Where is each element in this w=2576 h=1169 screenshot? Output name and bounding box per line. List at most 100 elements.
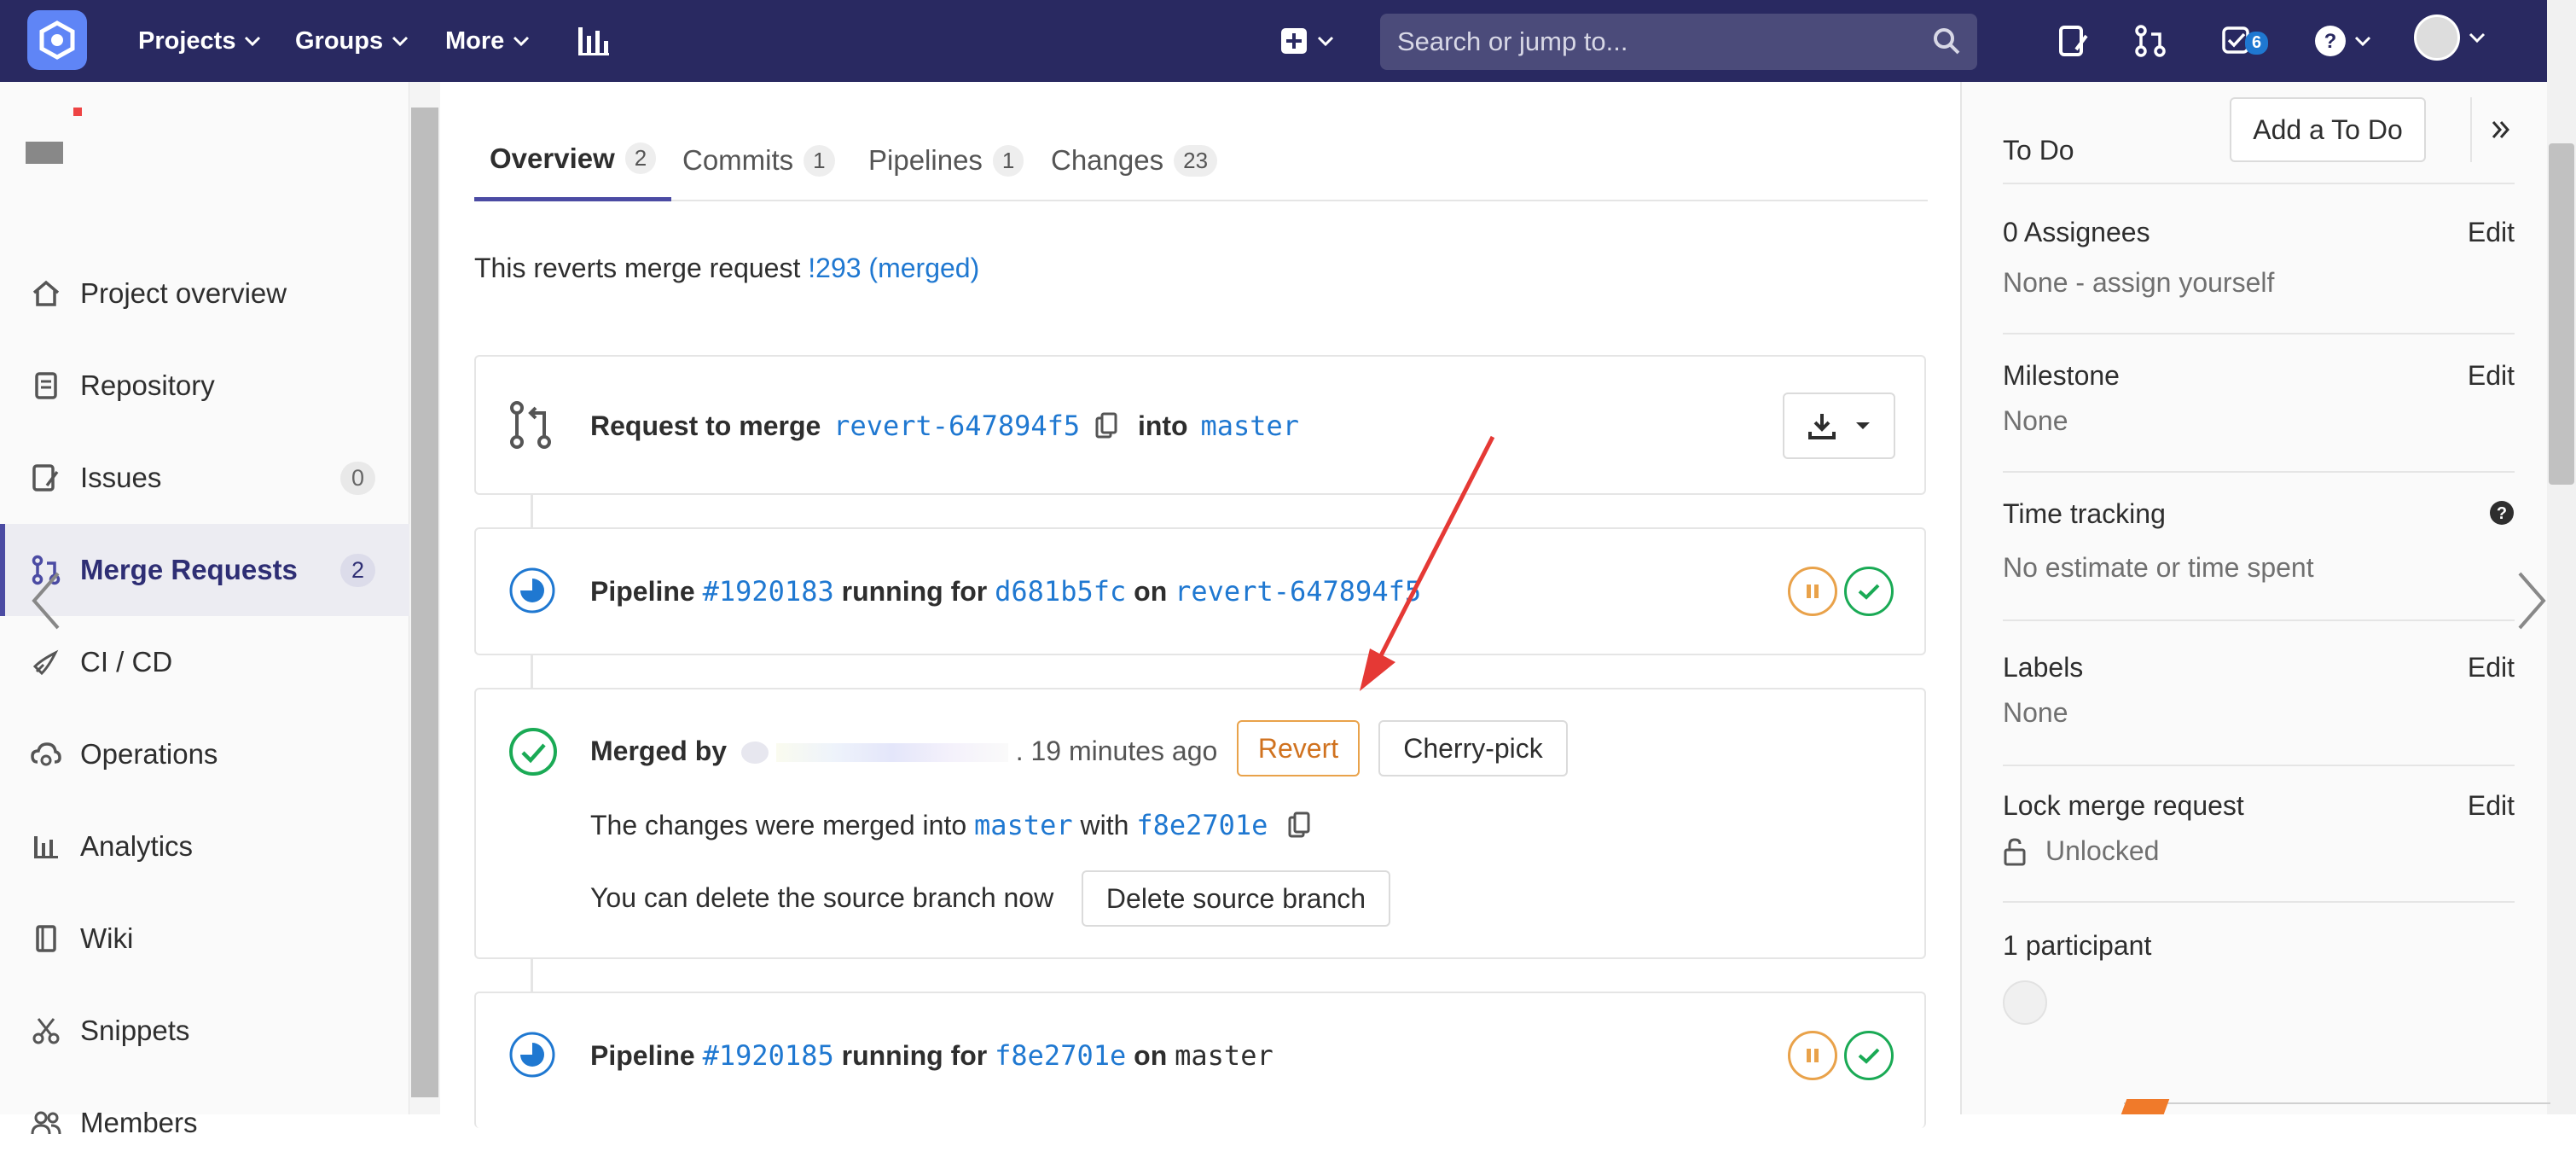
sidebar-item-members[interactable]: Members (0, 1077, 409, 1169)
chevron-down-icon (2469, 32, 2486, 44)
todos-nav-icon[interactable]: 6 (2221, 19, 2269, 63)
project-avatar[interactable] (22, 99, 193, 167)
chevron-down-icon (2354, 36, 2371, 47)
revert-label: Revert (1257, 732, 1339, 764)
pipeline-id-link[interactable]: #1920185 (703, 1039, 834, 1072)
sidebar-item-label: Merge Requests (80, 554, 298, 585)
todo-label: To Do (2003, 135, 2074, 166)
milestone-block: Milestone None Edit (2003, 360, 2515, 437)
issues-icon (31, 462, 61, 493)
pipeline-status-line: Pipeline #1920183 running for d681b5fc o… (590, 575, 1421, 608)
target-branch-link[interactable]: master (1200, 410, 1299, 442)
delete-branch-prompt: You can delete the source branch now (590, 882, 1053, 914)
page-scrollbar-thumb[interactable] (2549, 143, 2574, 485)
tab-count: 2 (624, 142, 657, 174)
sidebar-scrollbar-thumb[interactable] (411, 108, 438, 1097)
commit-link[interactable]: d681b5fc (995, 575, 1126, 608)
collapse-sidebar-icon[interactable] (2491, 119, 2511, 140)
delete-source-branch-button[interactable]: Delete source branch (1082, 870, 1390, 927)
carousel-next-icon[interactable] (2515, 570, 2549, 631)
pipeline-running-icon[interactable] (508, 567, 556, 614)
help-icon[interactable]: ? (2489, 500, 2515, 526)
download-dropdown-button[interactable] (1783, 393, 1895, 459)
milestone-title: Milestone (2003, 360, 2120, 391)
groups-label: Groups (295, 26, 384, 55)
pipeline-stage-paused-icon[interactable] (1788, 567, 1837, 616)
groups-menu[interactable]: Groups (295, 0, 409, 82)
sidebar-scrollbar[interactable] (409, 82, 440, 1114)
activity-chart-icon[interactable] (575, 19, 612, 63)
copy-icon[interactable] (1287, 811, 1311, 840)
lock-edit-link[interactable]: Edit (2468, 790, 2515, 822)
labels-block: Labels None Edit (2003, 652, 2515, 729)
sidebar-item-snippets[interactable]: Snippets (0, 985, 409, 1077)
floating-badge-fragment (2121, 1099, 2170, 1114)
user-menu[interactable] (2414, 15, 2486, 61)
carousel-prev-icon[interactable] (29, 570, 63, 631)
tab-changes[interactable]: Changes 23 (1051, 119, 1218, 201)
pipeline-stage-paused-icon[interactable] (1788, 1031, 1837, 1080)
avatar[interactable] (740, 742, 769, 764)
source-branch-link[interactable]: revert-647894f5 (833, 410, 1080, 442)
lock-status: Unlocked (2003, 835, 2515, 867)
divider (2124, 1102, 2550, 1114)
participants-block: 1 participant (2003, 930, 2515, 1025)
labels-edit-link[interactable]: Edit (2468, 652, 2515, 683)
commit-link[interactable]: f8e2701e (995, 1039, 1126, 1072)
annotation-arrow-icon (1360, 435, 1495, 691)
tab-pipelines[interactable]: Pipelines 1 (868, 119, 1024, 201)
projects-menu[interactable]: Projects (138, 0, 261, 82)
tab-count: 1 (992, 144, 1024, 177)
merge-commit-link[interactable]: f8e2701e (1136, 809, 1268, 841)
new-item-dropdown[interactable] (1279, 19, 1334, 63)
pipeline-running-icon[interactable] (508, 1031, 556, 1079)
milestone-edit-link[interactable]: Edit (2468, 360, 2515, 392)
avatar[interactable] (2003, 980, 2047, 1025)
on-label: on (1134, 1040, 1168, 1071)
pipeline-stage-passed-icon[interactable] (1844, 567, 1894, 616)
search-input[interactable]: Search or jump to... (1380, 14, 1977, 70)
unlock-icon (2004, 837, 2026, 865)
with-label: with (1080, 810, 1129, 840)
merge-requests-nav-icon[interactable] (2134, 19, 2167, 63)
add-todo-button[interactable]: Add a To Do (2230, 97, 2426, 162)
request-to-merge-label: Request to merge (590, 410, 821, 441)
labels-title: Labels (2003, 652, 2084, 683)
help-menu[interactable]: ? (2313, 19, 2371, 63)
projects-label: Projects (138, 26, 236, 55)
sidebar-item-operations[interactable]: Operations (0, 708, 409, 800)
merged-success-icon (509, 728, 557, 776)
cherry-pick-button[interactable]: Cherry-pick (1378, 720, 1568, 776)
pipeline-stage-passed-icon[interactable] (1844, 1031, 1894, 1080)
sidebar-item-repository[interactable]: Repository (0, 340, 409, 432)
assignees-edit-link[interactable]: Edit (2468, 217, 2515, 248)
gitlab-logo[interactable] (27, 10, 87, 70)
assignees-block: 0 Assignees None - assign yourself Edit (2003, 217, 2515, 299)
pipeline-widget: Pipeline #1920185 running for f8e2701e o… (474, 992, 1926, 1128)
copy-icon[interactable] (1094, 411, 1118, 440)
reverted-mr-link[interactable]: !293 (merged) (808, 253, 979, 283)
tab-overview[interactable]: Overview 2 (474, 119, 672, 201)
assignees-value[interactable]: None - assign yourself (2003, 267, 2515, 299)
merged-by-line: Merged by . 19 minutes ago (590, 736, 1217, 767)
issues-count-badge: 0 (339, 461, 375, 495)
more-menu[interactable]: More (445, 0, 530, 82)
tab-commits[interactable]: Commits 1 (682, 119, 835, 201)
mr-description: This reverts merge request !293 (merged) (474, 253, 979, 284)
search-icon (1934, 28, 1960, 55)
branch-name[interactable]: master (1175, 1039, 1273, 1072)
merged-by-label: Merged by (590, 736, 728, 766)
sidebar-item-project-overview[interactable]: Project overview (0, 247, 409, 340)
rocket-icon (31, 647, 61, 678)
target-branch-link[interactable]: master (974, 809, 1073, 841)
sidebar-item-issues[interactable]: Issues 0 (0, 432, 409, 524)
merged-widget: Merged by . 19 minutes ago Revert Cherry… (474, 688, 1926, 959)
divider (2003, 471, 2515, 473)
pipeline-id-link[interactable]: #1920183 (703, 575, 834, 608)
revert-button[interactable]: Revert (1237, 720, 1360, 776)
issues-nav-icon[interactable] (2057, 19, 2090, 63)
sidebar-item-analytics[interactable]: Analytics (0, 800, 409, 893)
logo-icon (39, 20, 75, 60)
right-sidebar: To Do Add a To Do 0 Assignees None - ass… (1960, 82, 2550, 1114)
sidebar-item-wiki[interactable]: Wiki (0, 893, 409, 985)
